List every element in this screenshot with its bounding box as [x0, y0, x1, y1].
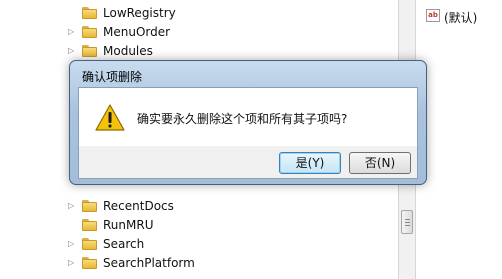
folder-icon	[82, 237, 97, 250]
dialog-message: 确实要永久删除这个项和所有其子项吗?	[137, 112, 348, 126]
tree-item-label: LowRegistry	[103, 5, 176, 20]
tree-item-label: MenuOrder	[103, 24, 171, 39]
expand-arrow-icon[interactable]: ▷	[68, 27, 76, 36]
tree-item-search[interactable]: ▷ Search	[0, 234, 390, 253]
no-button[interactable]: 否(N)	[349, 152, 411, 174]
expand-arrow-icon[interactable]: ▷	[68, 201, 76, 210]
tree-item-runmru[interactable]: RunMRU	[0, 215, 390, 234]
expand-arrow-icon[interactable]: ▷	[68, 258, 76, 267]
folder-icon	[82, 25, 97, 38]
dialog-title: 确认项删除	[82, 70, 143, 84]
tree-item-searchplatform[interactable]: ▷ SearchPlatform	[0, 253, 390, 272]
warning-icon	[95, 104, 125, 131]
tree-item-label: RecentDocs	[103, 198, 174, 213]
tree-item-modules[interactable]: ▷ Modules	[0, 41, 390, 60]
tree-item-label: SearchPlatform	[103, 255, 195, 270]
tree-item-menuorder[interactable]: ▷ MenuOrder	[0, 22, 390, 41]
dialog-message-area: 确实要永久删除这个项和所有其子项吗?	[79, 88, 417, 146]
yes-button[interactable]: 是(Y)	[279, 152, 341, 174]
registry-values-panel: ab (默认)	[416, 0, 502, 279]
tree-item-label: Search	[103, 236, 145, 251]
default-value-name[interactable]: (默认)	[444, 9, 477, 26]
tree-item-lowregistry[interactable]: LowRegistry	[0, 3, 390, 22]
dialog-content: 确实要永久删除这个项和所有其子项吗? 是(Y) 否(N)	[78, 87, 418, 179]
expand-arrow-icon[interactable]: ▷	[68, 239, 76, 248]
scrollbar-thumb[interactable]	[401, 210, 413, 234]
folder-icon	[82, 199, 97, 212]
tree-item-label: RunMRU	[103, 217, 154, 232]
string-value-icon: ab	[426, 9, 440, 22]
tree-item-label: Modules	[103, 43, 153, 58]
folder-icon	[82, 44, 97, 57]
folder-icon	[82, 6, 97, 19]
tree-item-recentdocs[interactable]: ▷ RecentDocs	[0, 196, 390, 215]
expand-arrow-icon[interactable]: ▷	[68, 46, 76, 55]
folder-icon	[82, 218, 97, 231]
confirm-key-delete-dialog: 确认项删除 确实要永久删除这个项和所有其子项吗? 是(Y) 否(N)	[69, 60, 427, 185]
folder-icon	[82, 256, 97, 269]
